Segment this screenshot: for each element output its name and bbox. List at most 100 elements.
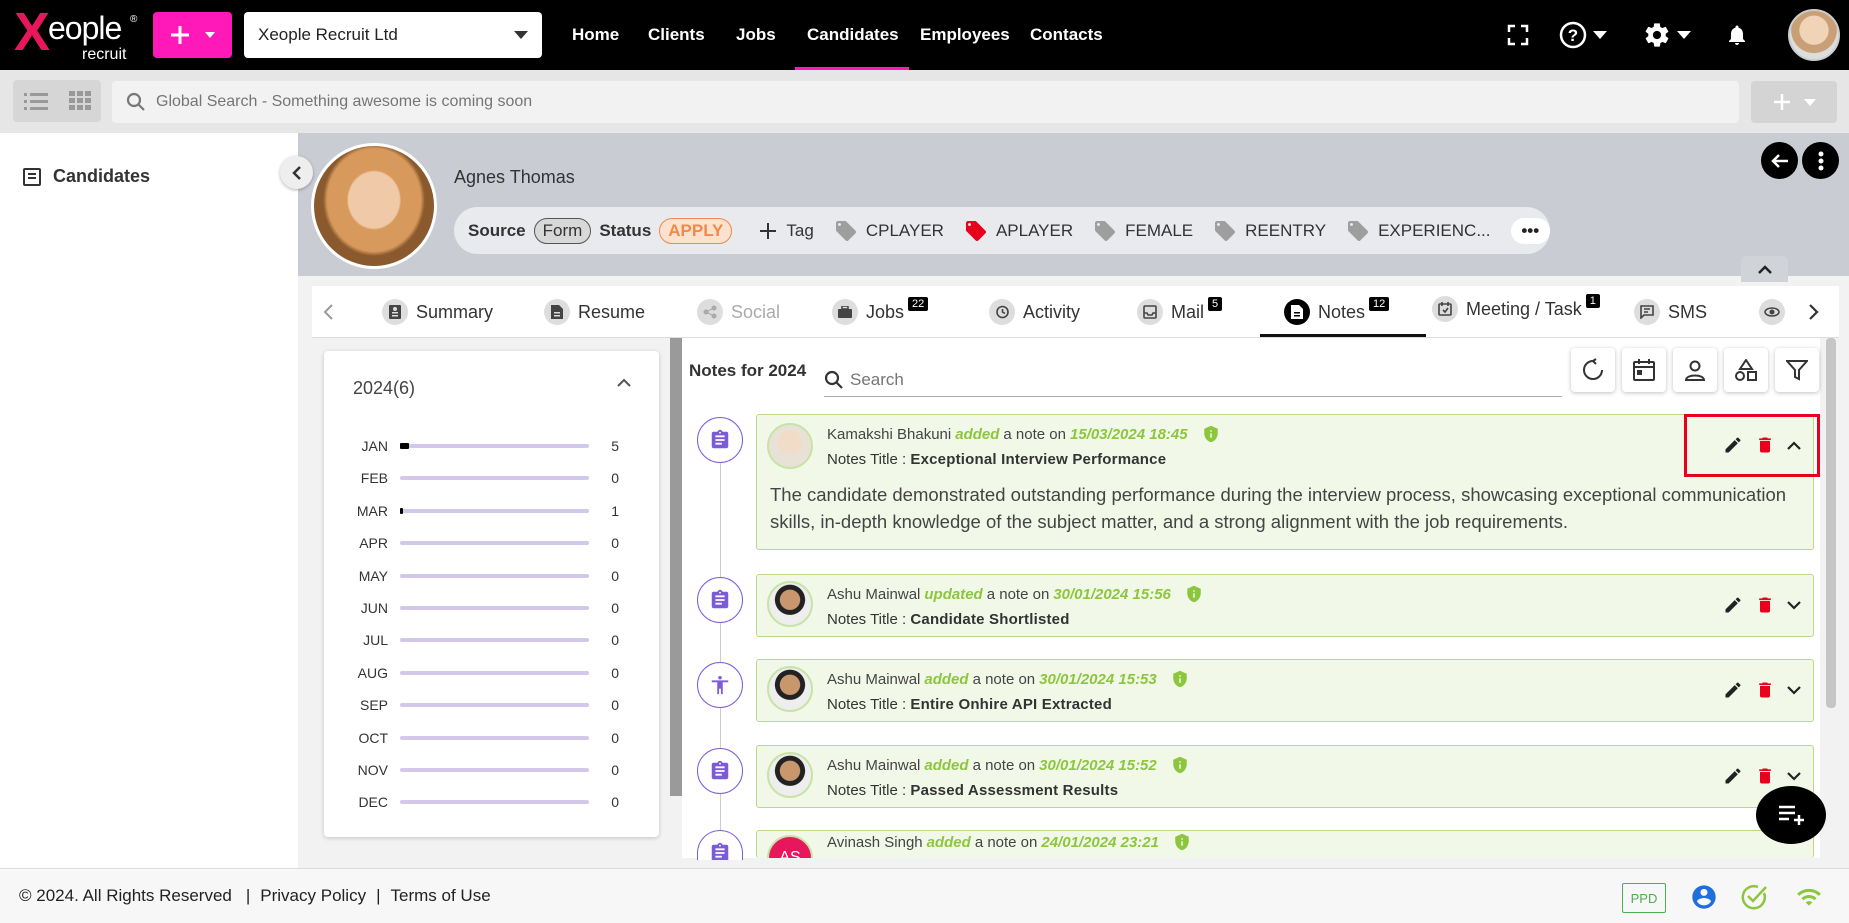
global-add-button[interactable] (1751, 81, 1837, 123)
chevron-down-icon[interactable] (1787, 771, 1801, 781)
tab-mail[interactable]: Mail 5 (1137, 286, 1223, 338)
add-tag-button[interactable]: Tag (758, 221, 814, 241)
month-row[interactable]: SEP 0 (330, 695, 640, 715)
user-filter-button[interactable] (1673, 348, 1717, 392)
wifi-icon[interactable] (1794, 884, 1824, 910)
month-row[interactable]: JUN 0 (330, 598, 640, 618)
chevron-down-icon[interactable] (1787, 685, 1801, 695)
note-author[interactable]: Ashu Mainwal (827, 757, 920, 774)
tag-female[interactable]: FEMALE (1093, 219, 1193, 243)
tab-jobs[interactable]: Jobs 22 (832, 286, 929, 338)
nav-home[interactable]: Home (572, 0, 619, 70)
tab-resume[interactable]: Resume (544, 286, 645, 338)
nav-contacts[interactable]: Contacts (1030, 0, 1103, 70)
account-circle-icon[interactable] (1690, 883, 1718, 911)
collapse-header-button[interactable] (1741, 256, 1788, 282)
note-meta: Ashu Mainwal added a note on 30/01/2024 … (827, 755, 1189, 775)
month-row[interactable]: OCT 0 (330, 728, 640, 748)
tab-social[interactable]: Social (697, 286, 780, 338)
fullscreen-icon[interactable] (1501, 18, 1535, 52)
tabs-scroll-left[interactable] (322, 286, 334, 338)
company-select[interactable]: Xeople Recruit Ltd (244, 12, 542, 58)
date-filter-button[interactable] (1622, 348, 1666, 392)
check-circle-icon[interactable] (1740, 883, 1768, 911)
status-badge[interactable]: APPLY (659, 217, 733, 244)
month-row[interactable]: APR 0 (330, 533, 640, 553)
tag-aplayer[interactable]: APLAYER (964, 219, 1073, 243)
more-tags-button[interactable]: ••• (1510, 217, 1550, 244)
month-bar-track (400, 768, 589, 772)
bell-icon[interactable] (1720, 18, 1754, 52)
quick-add-button[interactable] (153, 12, 232, 58)
more-options-button[interactable] (1802, 142, 1839, 179)
shield-icon (1202, 424, 1220, 444)
tab-summary[interactable]: Summary (382, 286, 493, 338)
tab-badge: 22 (908, 297, 929, 311)
notes-search-input[interactable] (850, 369, 1540, 390)
category-filter-button[interactable] (1724, 348, 1768, 392)
note-date: 24/01/2024 23:21 (1041, 833, 1159, 851)
tab-activity[interactable]: Activity (989, 286, 1080, 338)
back-button[interactable] (1761, 142, 1798, 179)
tag-cplayer[interactable]: CPLAYER (834, 219, 944, 243)
note-author[interactable]: Ashu Mainwal (827, 671, 920, 688)
month-row[interactable]: AUG 0 (330, 663, 640, 683)
delete-icon[interactable] (1755, 680, 1775, 700)
note-author[interactable]: Kamakshi Bhakuni (827, 426, 951, 443)
month-row[interactable]: FEB 0 (330, 468, 640, 488)
list-view-icon[interactable] (23, 91, 48, 111)
month-row[interactable]: MAY 0 (330, 566, 640, 586)
filter-button[interactable] (1775, 348, 1819, 392)
year-label[interactable]: 2024(6) (353, 378, 415, 399)
note-author[interactable]: Ashu Mainwal (827, 586, 920, 603)
global-search-input[interactable] (156, 93, 1656, 111)
note-actions (1723, 680, 1801, 700)
note-meta: Avinash Singh added a note on 24/01/2024… (827, 832, 1191, 852)
nav-clients[interactable]: Clients (648, 0, 705, 70)
xeople-logo[interactable]: X eople ® recruit (12, 2, 144, 66)
add-note-fab[interactable] (1756, 786, 1826, 844)
chevron-up-icon[interactable] (617, 378, 631, 387)
month-count: 0 (611, 794, 619, 811)
candidate-photo[interactable] (311, 143, 437, 269)
delete-icon[interactable] (1755, 766, 1775, 786)
collapse-sidebar-button[interactable] (280, 156, 313, 189)
settings-menu[interactable] (1636, 18, 1698, 52)
note-author[interactable]: Avinash Singh (827, 834, 923, 851)
month-row[interactable]: DEC 0 (330, 792, 640, 812)
tab-sms[interactable]: SMS (1634, 286, 1707, 338)
sidebar-item-candidates[interactable]: Candidates (23, 166, 150, 187)
privacy-policy-link[interactable]: Privacy Policy (260, 886, 366, 906)
source-badge[interactable]: Form (533, 217, 592, 244)
panel-divider[interactable] (670, 338, 682, 796)
grid-view-icon[interactable] (68, 91, 91, 111)
tag-experience[interactable]: EXPERIENC... (1346, 219, 1491, 243)
user-avatar[interactable] (1788, 9, 1840, 61)
tag-icon (964, 219, 988, 243)
note-action: updated (924, 585, 983, 603)
tab-notes[interactable]: Notes 12 (1284, 286, 1390, 338)
chevron-down-icon (1587, 31, 1607, 39)
edit-icon[interactable] (1723, 766, 1743, 786)
month-row[interactable]: MAR 1 (330, 501, 640, 521)
ppd-badge[interactable]: PPD (1622, 883, 1666, 913)
nav-jobs[interactable]: Jobs (736, 0, 776, 70)
month-row[interactable]: NOV 0 (330, 760, 640, 780)
edit-icon[interactable] (1723, 595, 1743, 615)
tabs-scroll-right[interactable] (1808, 286, 1820, 338)
edit-icon[interactable] (1723, 680, 1743, 700)
logo-x: X (14, 2, 51, 62)
notes-scrollbar[interactable] (1826, 338, 1836, 708)
refresh-button[interactable] (1571, 348, 1615, 392)
nav-employees[interactable]: Employees (920, 0, 1010, 70)
chevron-down-icon[interactable] (1787, 600, 1801, 610)
terms-of-use-link[interactable]: Terms of Use (391, 886, 491, 906)
month-row[interactable]: JUL 0 (330, 630, 640, 650)
month-row[interactable]: JAN 5 (330, 436, 640, 456)
nav-candidates[interactable]: Candidates (807, 0, 899, 70)
tab-more-icon[interactable] (1759, 286, 1785, 338)
help-menu[interactable]: ? (1554, 18, 1612, 52)
tab-meeting-task[interactable]: Meeting / Task 1 (1432, 283, 1600, 335)
tag-reentry[interactable]: REENTRY (1213, 219, 1326, 243)
delete-icon[interactable] (1755, 595, 1775, 615)
